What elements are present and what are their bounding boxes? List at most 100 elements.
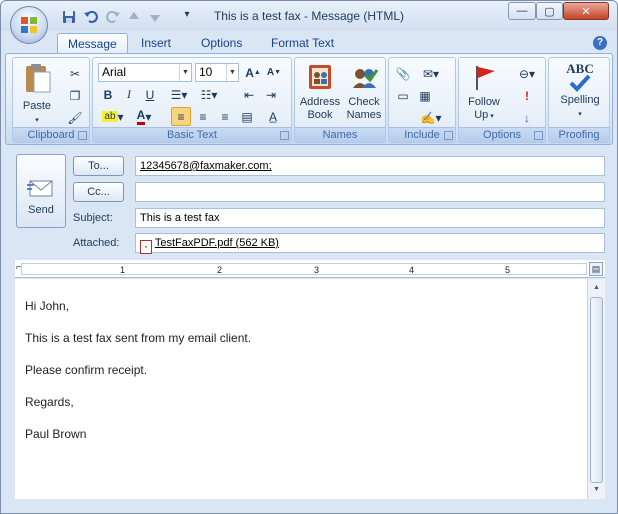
status-strip xyxy=(15,499,605,513)
minimize-button[interactable]: — xyxy=(508,2,536,20)
ruler-strip: 1 2 3 4 5 xyxy=(21,263,587,275)
send-button[interactable]: Send xyxy=(16,154,66,228)
font-name-combo[interactable]: Arial ▼ xyxy=(98,63,192,82)
address-book-label-2: Book xyxy=(307,109,333,121)
signature-icon[interactable]: ✍▾ xyxy=(415,108,447,127)
clipboard-launcher-icon[interactable] xyxy=(78,131,87,140)
ruler: ⌐ 1 2 3 4 5 ▤ xyxy=(15,260,605,278)
view-ruler-icon[interactable]: ▤ xyxy=(589,262,603,276)
italic-button[interactable]: I xyxy=(119,85,139,104)
basic-text-group: Arial ▼ 10 ▼ A ▲ A ▼ B I U ☰▾ ☷▾ ⇤ ⇥ ab ▾ A… xyxy=(92,57,292,143)
follow-up-button[interactable]: Follow Up ▾ xyxy=(461,62,507,123)
underline-button[interactable]: U xyxy=(140,85,160,104)
numbering-icon[interactable]: ☷▾ xyxy=(195,85,223,104)
options-launcher-icon[interactable] xyxy=(534,131,543,140)
attachment-link[interactable]: TestFaxPDF.pdf (562 KB) xyxy=(155,237,279,249)
cut-icon[interactable]: ✂ xyxy=(65,64,85,83)
bold-button[interactable]: B xyxy=(98,85,118,104)
tab-message[interactable]: Message xyxy=(57,33,128,53)
tab-format-text[interactable]: Format Text xyxy=(261,33,344,53)
subject-field[interactable]: This is a test fax xyxy=(135,208,605,228)
body-paragraph: Hi John, xyxy=(25,299,70,313)
spelling-label: Spelling xyxy=(560,94,600,106)
low-importance-icon[interactable]: ↓ xyxy=(517,108,537,127)
include-launcher-icon[interactable] xyxy=(444,131,453,140)
basic-text-launcher-icon[interactable] xyxy=(280,131,289,140)
font-size-combo[interactable]: 10 ▼ xyxy=(195,63,239,82)
cc-button[interactable]: Cc... xyxy=(73,182,124,202)
spelling-button[interactable]: ABC Spelling ▾ xyxy=(551,62,609,121)
options-group: Follow Up ▾ ⊖▾ ! ↓ Options xyxy=(458,57,546,143)
attached-field: ⬞ TestFaxPDF.pdf (562 KB) xyxy=(135,233,605,254)
send-envelope-icon xyxy=(27,180,53,197)
options-label: Options xyxy=(459,127,545,142)
grow-font-icon[interactable]: A ▲ xyxy=(243,63,263,82)
size-dropdown-icon[interactable]: ▼ xyxy=(226,64,238,81)
cc-field[interactable] xyxy=(135,182,605,202)
font-color-icon[interactable]: A ▾ xyxy=(130,107,158,126)
tab-insert[interactable]: Insert xyxy=(131,33,181,53)
to-field[interactable]: 12345678@faxmaker.com; xyxy=(135,156,605,176)
maximize-button[interactable]: ▢ xyxy=(536,2,563,20)
attach-file-icon[interactable]: 📎 xyxy=(393,64,413,83)
bullets-icon[interactable]: ☰▾ xyxy=(165,85,193,104)
high-importance-icon[interactable]: ! xyxy=(517,86,537,105)
attach-item-icon[interactable]: ✉▾ xyxy=(415,64,447,83)
shrink-font-icon[interactable]: A ▼ xyxy=(264,63,284,82)
proofing-group: ABC Spelling ▾ Proofing xyxy=(548,57,610,143)
ribbon-tabs: Message Insert Options Format Text ? xyxy=(1,31,617,53)
align-right-icon[interactable]: ≡ xyxy=(215,107,235,126)
include-group: 📎 ✉▾ ▭ ▦ ✍▾ Include xyxy=(388,57,456,143)
ruler-number: 5 xyxy=(505,265,511,275)
office-logo-icon xyxy=(21,17,37,33)
follow-up-label-2: Up xyxy=(474,109,489,121)
ruler-number: 4 xyxy=(409,265,415,275)
follow-up-flag-icon xyxy=(476,66,495,90)
address-book-button[interactable]: Address Book xyxy=(298,62,342,122)
to-button[interactable]: To... xyxy=(73,156,124,176)
body-paragraph: Please confirm receipt. xyxy=(25,363,148,377)
business-card-icon[interactable]: ▭ xyxy=(393,86,413,105)
check-names-button[interactable]: Check Names xyxy=(343,62,385,122)
body-paragraph: This is a test fax sent from my email cl… xyxy=(25,331,252,345)
spelling-dropdown-icon: ▾ xyxy=(578,111,582,118)
message-header-area: Send To... Cc... 12345678@faxmaker.com; … xyxy=(5,148,613,258)
follow-up-label-1: Follow xyxy=(468,96,500,108)
ruler-number: 2 xyxy=(217,265,223,275)
vertical-scrollbar[interactable]: ▲ ▼ xyxy=(587,279,605,499)
font-dropdown-icon[interactable]: ▼ xyxy=(179,64,191,81)
spelling-icon: ABC xyxy=(551,62,609,94)
office-button[interactable] xyxy=(10,6,48,44)
message-window: ▾ This is a test fax - Message (HTML) — … xyxy=(0,0,618,514)
help-icon[interactable]: ? xyxy=(593,36,607,50)
to-recipient[interactable]: 12345678@faxmaker.com; xyxy=(140,160,272,172)
decrease-indent-icon[interactable]: ⇤ xyxy=(239,85,259,104)
close-button[interactable]: ✕ xyxy=(563,2,609,20)
title-bar: ▾ This is a test fax - Message (HTML) — … xyxy=(1,1,617,44)
highlight-icon[interactable]: ab ▾ xyxy=(98,107,128,126)
address-book-label-1: Address xyxy=(299,96,341,108)
paste-button[interactable]: Paste ▾ xyxy=(17,62,57,127)
calendar-icon[interactable]: ▦ xyxy=(415,86,435,105)
clipboard-group: Paste ▾ ✂ ❐ 🖌 Clipboard xyxy=(12,57,90,143)
pdf-file-icon: ⬞ xyxy=(140,240,152,254)
paste-dropdown-icon: ▾ xyxy=(35,117,39,124)
format-painter-icon[interactable]: 🖌 xyxy=(65,108,85,127)
send-label: Send xyxy=(28,204,54,216)
justify-icon[interactable]: ▤ xyxy=(237,107,257,126)
scroll-down-icon[interactable]: ▼ xyxy=(591,484,602,496)
scroll-up-icon[interactable]: ▲ xyxy=(591,282,602,294)
increase-indent-icon[interactable]: ⇥ xyxy=(261,85,281,104)
styles-icon[interactable]: A̲ xyxy=(263,107,283,126)
align-center-icon[interactable]: ≡ xyxy=(193,107,213,126)
scroll-thumb[interactable] xyxy=(590,297,603,483)
tab-options[interactable]: Options xyxy=(191,33,252,53)
body-paragraph: Regards, xyxy=(25,395,74,409)
address-book-icon xyxy=(309,65,331,89)
message-body[interactable]: Hi John, This is a test fax sent from my… xyxy=(15,279,587,499)
align-left-icon[interactable]: ≡ xyxy=(171,107,191,126)
paste-label: Paste xyxy=(22,100,52,112)
permission-icon[interactable]: ⊖▾ xyxy=(513,64,541,83)
copy-icon[interactable]: ❐ xyxy=(65,86,85,105)
check-names-icon xyxy=(353,69,379,88)
